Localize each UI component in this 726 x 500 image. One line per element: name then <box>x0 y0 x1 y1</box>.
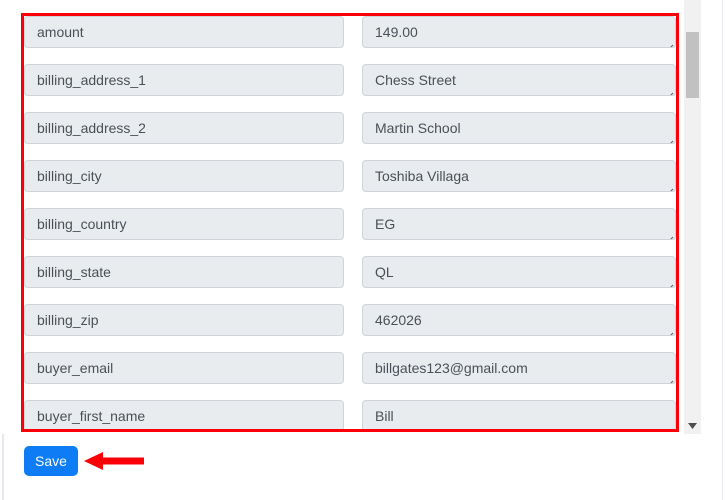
field-value-textarea[interactable]: Chess Street <box>362 64 676 96</box>
resize-handle-icon[interactable] <box>663 179 674 191</box>
field-value-textarea[interactable]: billgates123@gmail.com <box>362 352 676 384</box>
resize-handle-icon[interactable] <box>663 419 674 431</box>
field-row: buyer_email billgates123@gmail.com <box>0 352 682 400</box>
field-value-textarea[interactable]: Bill <box>362 400 676 432</box>
page-right-edge-line <box>722 0 723 500</box>
field-value-textarea[interactable]: EG <box>362 208 676 240</box>
field-row: buyer_first_name Bill <box>0 400 682 434</box>
field-row: billing_state QL <box>0 256 682 304</box>
field-key-input[interactable]: amount <box>24 16 344 48</box>
resize-handle-icon[interactable] <box>663 227 674 239</box>
field-value-textarea[interactable]: Toshiba Villaga <box>362 160 676 192</box>
field-row: billing_country EG <box>0 208 682 256</box>
save-button[interactable]: Save <box>24 446 78 476</box>
field-row: billing_address_2 Martin School <box>0 112 682 160</box>
resize-handle-icon[interactable] <box>663 323 674 335</box>
field-value-textarea[interactable]: Martin School <box>362 112 676 144</box>
form-scroll-viewport[interactable]: amount 149.00 billing_address_1 Chess Stree… <box>0 0 682 434</box>
resize-handle-icon[interactable] <box>663 371 674 383</box>
field-value-textarea[interactable]: 462026 <box>362 304 676 336</box>
field-key-input[interactable]: billing_address_1 <box>24 64 344 96</box>
red-annotation-arrow-icon <box>84 450 144 472</box>
resize-handle-icon[interactable] <box>663 83 674 95</box>
resize-handle-icon[interactable] <box>663 131 674 143</box>
field-row: billing_city Toshiba Villaga <box>0 160 682 208</box>
field-row: billing_zip 462026 <box>0 304 682 352</box>
field-key-input[interactable]: buyer_email <box>24 352 344 384</box>
field-value-textarea[interactable]: QL <box>362 256 676 288</box>
scrollbar-thumb[interactable] <box>686 32 699 98</box>
resize-handle-icon[interactable] <box>663 35 674 47</box>
field-key-input[interactable]: billing_country <box>24 208 344 240</box>
field-key-input[interactable]: billing_address_2 <box>24 112 344 144</box>
field-rows-container: amount 149.00 billing_address_1 Chess Stree… <box>0 16 682 434</box>
field-row: billing_address_1 Chess Street <box>0 64 682 112</box>
field-key-input[interactable]: billing_zip <box>24 304 344 336</box>
field-row: amount 149.00 <box>0 16 682 64</box>
vertical-scrollbar[interactable] <box>684 0 701 434</box>
field-key-input[interactable]: buyer_first_name <box>24 400 344 432</box>
chevron-down-icon[interactable] <box>684 417 701 434</box>
resize-handle-icon[interactable] <box>663 275 674 287</box>
field-key-input[interactable]: billing_state <box>24 256 344 288</box>
field-value-textarea[interactable]: 149.00 <box>362 16 676 48</box>
field-key-input[interactable]: billing_city <box>24 160 344 192</box>
